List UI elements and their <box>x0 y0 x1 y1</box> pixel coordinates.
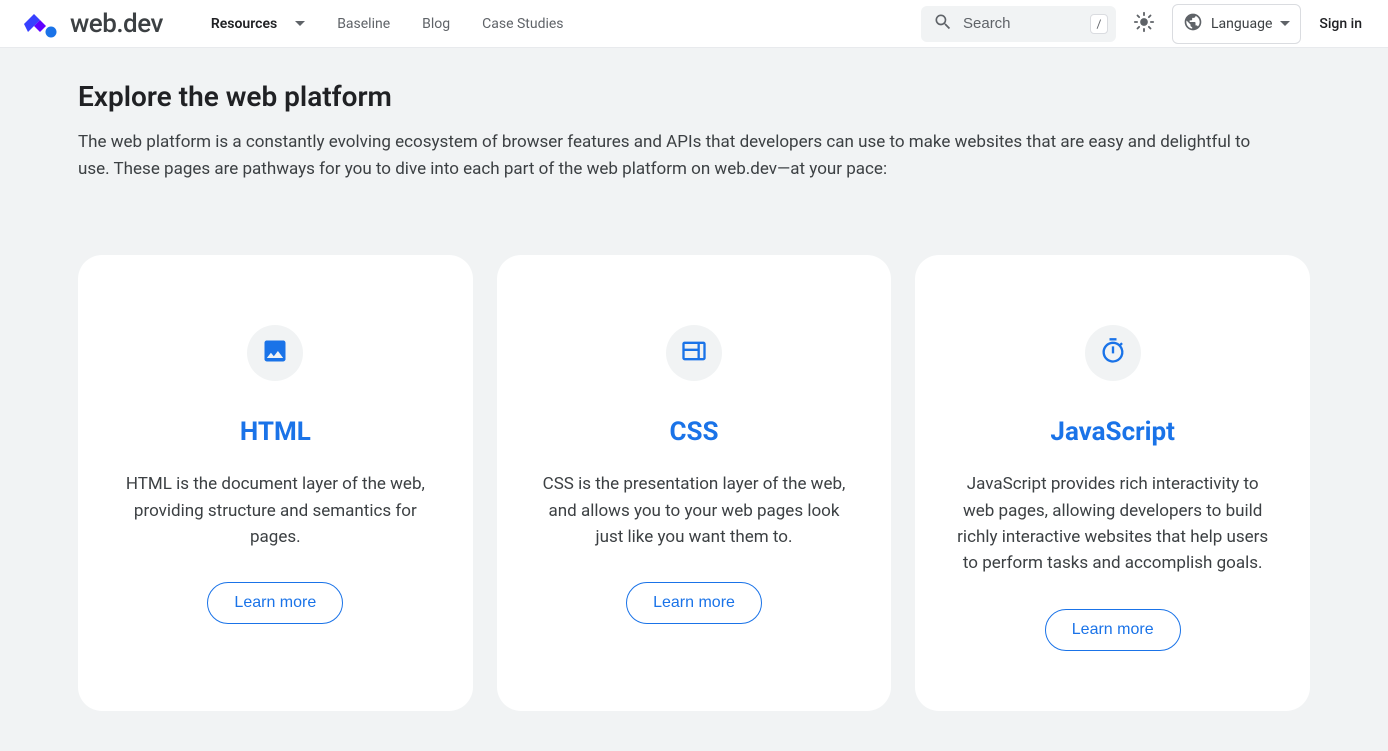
card-css: CSS CSS is the presentation layer of the… <box>497 255 892 710</box>
page-title: Explore the web platform <box>78 80 1310 113</box>
search-box[interactable]: / <box>921 6 1116 42</box>
top-nav: Resources Baseline Blog Case Studies <box>211 16 564 32</box>
card-icon-wrap <box>247 325 303 381</box>
cards-row: HTML HTML is the document layer of the w… <box>78 255 1310 710</box>
card-icon-wrap <box>666 325 722 381</box>
theme-toggle[interactable] <box>1124 4 1164 44</box>
timer-icon <box>1099 337 1127 369</box>
card-html: HTML HTML is the document layer of the w… <box>78 255 473 710</box>
page-description: The web platform is a constantly evolvin… <box>78 129 1278 183</box>
nav-label: Baseline <box>337 16 390 32</box>
image-icon <box>261 337 289 369</box>
nav-label: Case Studies <box>482 16 563 32</box>
globe-icon <box>1183 12 1203 36</box>
card-title: HTML <box>240 417 311 447</box>
learn-more-button[interactable]: Learn more <box>626 582 762 624</box>
language-label: Language <box>1211 16 1272 32</box>
chevron-down-icon <box>1280 21 1290 26</box>
logo[interactable]: web.dev <box>24 9 163 39</box>
card-description: HTML is the document layer of the web, p… <box>114 471 437 550</box>
main-content: Explore the web platform The web platfor… <box>0 48 1388 751</box>
nav-label: Blog <box>422 16 450 32</box>
card-description: CSS is the presentation layer of the web… <box>533 471 856 550</box>
card-title: CSS <box>669 417 718 447</box>
card-description: JavaScript provides rich interactivity t… <box>951 471 1274 576</box>
web-icon <box>680 337 708 369</box>
card-javascript: JavaScript JavaScript provides rich inte… <box>915 255 1310 710</box>
nav-case-studies[interactable]: Case Studies <box>482 16 563 32</box>
logo-icon <box>24 10 60 38</box>
learn-more-button[interactable]: Learn more <box>207 582 343 624</box>
search-input[interactable] <box>963 15 1080 32</box>
learn-more-button[interactable]: Learn more <box>1045 609 1181 651</box>
sun-icon <box>1133 11 1155 37</box>
nav-resources[interactable]: Resources <box>211 16 305 32</box>
nav-blog[interactable]: Blog <box>422 16 450 32</box>
card-title: JavaScript <box>1050 417 1175 447</box>
site-header: web.dev Resources Baseline Blog Case Stu… <box>0 0 1388 48</box>
logo-text: web.dev <box>70 9 163 39</box>
card-icon-wrap <box>1085 325 1141 381</box>
language-selector[interactable]: Language <box>1172 4 1301 44</box>
chevron-down-icon <box>295 21 305 26</box>
search-shortcut: / <box>1090 14 1108 34</box>
search-icon <box>933 12 953 36</box>
nav-baseline[interactable]: Baseline <box>337 16 390 32</box>
signin-link[interactable]: Sign in <box>1309 16 1372 32</box>
nav-label: Resources <box>211 16 277 32</box>
